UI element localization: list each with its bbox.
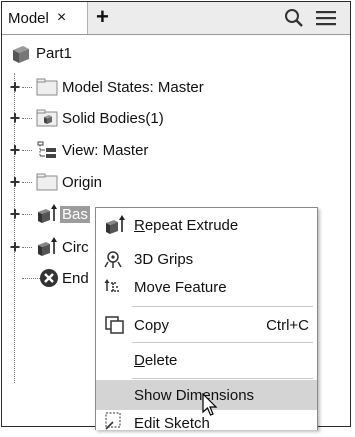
menu-item-label: Repeat Extrude (134, 217, 239, 234)
part-icon (9, 44, 29, 63)
edit-sketch-icon (104, 411, 124, 431)
tree-item-solid-bodies[interactable]: + Solid Bodies(1) (2, 105, 262, 131)
menu-separator (132, 306, 313, 307)
menu-item-move-feature[interactable]: Move Feature (96, 272, 317, 302)
folder-icon (36, 173, 58, 191)
tree-item-label: Origin (62, 173, 103, 191)
tree-connector (22, 118, 32, 119)
folder-icon (36, 78, 58, 96)
menu-item-delete[interactable]: Delete (96, 345, 317, 375)
tree-item-label: Bas (60, 205, 90, 223)
menu-item-label: Delete (134, 352, 178, 369)
tree-connector (22, 182, 32, 183)
menu-item-label: Show Dimensions (134, 387, 255, 404)
repeat-extrude-icon (104, 215, 125, 235)
menu-item-3d-grips[interactable]: 3D Grips (96, 244, 317, 274)
tree-item-part1[interactable]: Part1 (2, 40, 202, 66)
tree-item-base-extrusion[interactable]: + Bas (2, 201, 102, 227)
menu-item-label: Copy (134, 317, 170, 334)
expand-icon[interactable]: + (8, 108, 22, 129)
tab-model-label: Model (8, 9, 49, 27)
tree-item-circular-extrusion[interactable]: + Circ (2, 234, 102, 260)
mouse-cursor-icon (202, 392, 218, 422)
menu-item-repeat-extrude[interactable]: Repeat Extrude (96, 210, 317, 240)
menu-separator (132, 378, 313, 379)
tree-item-label: Circ (62, 238, 89, 256)
extrude-icon (36, 204, 57, 223)
expand-icon[interactable]: + (8, 140, 22, 161)
tree-item-label: View: Master (62, 141, 149, 159)
menu-item-label: Edit Sketch (134, 415, 210, 432)
tree-item-label: Part1 (36, 44, 72, 62)
move-feature-icon (104, 277, 124, 297)
menu-item-label: Move Feature (134, 279, 227, 296)
menu-item-copy[interactable]: Copy Ctrl+C (96, 310, 317, 340)
solid-bodies-icon (36, 109, 58, 127)
end-of-part-icon (39, 268, 59, 287)
tree-item-origin[interactable]: + Origin (2, 169, 262, 195)
tab-model[interactable]: Model × (2, 2, 88, 34)
tree-item-label: Model States: Master (62, 78, 204, 96)
tree-connector (22, 247, 32, 248)
expand-icon[interactable]: + (8, 77, 22, 98)
expand-icon[interactable]: + (8, 172, 22, 193)
browser-tab-bar: Model × + (2, 2, 350, 35)
tree-item-end-of-part[interactable]: End (2, 265, 102, 291)
search-icon[interactable] (284, 8, 304, 33)
3d-grips-icon (104, 249, 124, 269)
menu-item-shortcut: Ctrl+C (266, 317, 309, 334)
add-tab-button[interactable]: + (96, 5, 109, 29)
view-icon (36, 141, 56, 159)
tree-item-label: End (62, 269, 89, 287)
copy-icon (104, 315, 124, 335)
extrude-icon (36, 237, 57, 256)
menu-separator (132, 342, 313, 343)
tree-item-model-states[interactable]: + Model States: Master (2, 74, 262, 100)
tree-connector (22, 278, 40, 279)
expand-icon[interactable]: + (8, 204, 22, 225)
tree-connector (22, 150, 32, 151)
tree-item-label: Solid Bodies(1) (62, 109, 164, 127)
close-tab-icon[interactable]: × (57, 9, 66, 27)
hamburger-icon[interactable] (315, 8, 337, 33)
expand-icon[interactable]: + (8, 237, 22, 258)
tree-connector (22, 87, 32, 88)
tree-connector (22, 214, 32, 215)
menu-item-label: 3D Grips (134, 251, 194, 268)
tree-item-view[interactable]: + View: Master (2, 137, 262, 163)
